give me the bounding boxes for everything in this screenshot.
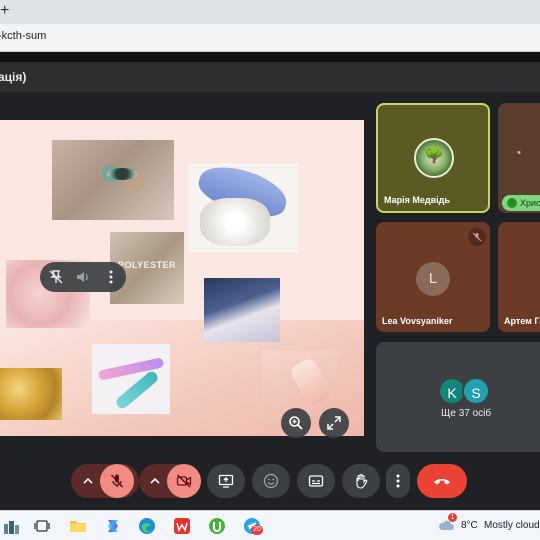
captions-button[interactable] [297,464,335,498]
speaking-name-pill: Хрис [502,195,540,211]
unpin-icon[interactable] [48,269,64,285]
raise-hand-button[interactable] [342,464,380,498]
utorrent-icon[interactable] [207,516,227,536]
browser-tab-bar: + [0,0,540,24]
volume-icon[interactable] [75,269,91,285]
address-bar[interactable]: -kcth-sum [0,24,540,52]
new-tab-button[interactable]: + [0,2,10,20]
slide-image-plastic-tubes [92,344,170,414]
end-call-icon [434,479,450,485]
weather-condition: Mostly cloudy [484,520,540,531]
zoom-in-button[interactable] [281,408,311,438]
more-options-icon[interactable] [103,269,119,285]
slide-image-scoop-pellets [188,163,298,253]
bottle-shape [288,356,334,408]
tree-icon: 🌳 [424,147,444,164]
zoom-in-icon [289,416,303,430]
participant-tile-maria[interactable]: 🌳 Марія Медвідь [376,103,490,213]
reactions-button[interactable] [252,464,290,498]
mic-off-icon [468,228,486,246]
slide-image-blue-microbeads [204,278,280,342]
slide-image-glitter-makeup [52,140,174,220]
expand-icon [327,416,341,430]
participant-tile-lea[interactable]: L Lea Vovsyaniker [376,222,490,332]
more-options-button[interactable] [386,464,410,498]
file-explorer-icon[interactable] [68,516,88,536]
captions-icon [308,475,324,487]
weather-notification-badge: 1 [448,513,457,522]
weather-temperature: 8°C [461,520,478,531]
telegram-unread-badge: 20 [251,525,263,535]
hand-icon [356,473,368,489]
participant-name: Lea Vovsyaniker [382,316,453,326]
pellets-shape [200,198,270,246]
polyester-label: POLYESTER [118,260,177,270]
audio-level-icon: • [517,147,521,159]
city-thumbnail-icon[interactable] [2,516,22,536]
camera-toggle-button[interactable] [167,464,201,498]
wps-office-icon[interactable] [172,516,192,536]
fullscreen-button[interactable] [319,408,349,438]
mic-off-icon [110,474,124,488]
participant-tile-khrys[interactable]: • Хрис [498,103,540,213]
presenter-floating-controls [40,262,126,292]
participant-name: Марія Медвідь [384,195,450,205]
mic-toggle-button[interactable] [100,464,134,498]
present-screen-button[interactable] [207,464,245,498]
edge-browser-icon[interactable] [137,516,157,536]
chevron-up-icon [150,477,160,484]
eye-shape [107,168,137,180]
avatar-initial: L [416,262,450,296]
meeting-header: ація) [0,62,540,92]
participant-name: Артем Га [504,316,540,326]
windows-taskbar: 20 1 8°C Mostly cloudy [0,510,540,540]
leave-call-button[interactable] [417,464,467,498]
browser-divider [0,52,540,62]
chevron-up-icon [83,477,93,484]
url-text: -kcth-sum [0,30,47,42]
avatar-tree: 🌳 [414,138,454,178]
more-participants-tile[interactable]: K S Ще 37 осіб [376,342,540,452]
more-participants-count: Ще 37 осіб [441,408,492,419]
camera-off-icon [176,474,192,488]
speaking-indicator-icon [507,198,517,208]
presentation-title: ація) [0,70,27,84]
mic-options-button[interactable] [76,464,100,498]
more-vert-icon [396,474,400,488]
present-screen-icon [218,474,234,488]
participant-name: Хрис [520,198,540,208]
copilot-icon[interactable] [103,516,123,536]
participant-tile-artem[interactable]: Артем Га [498,222,540,332]
slide-image-gold-glitter [0,368,62,420]
camera-options-button[interactable] [143,464,167,498]
avatar-s: S [462,377,490,405]
emoji-icon [263,473,279,489]
task-view-icon[interactable] [32,516,52,536]
